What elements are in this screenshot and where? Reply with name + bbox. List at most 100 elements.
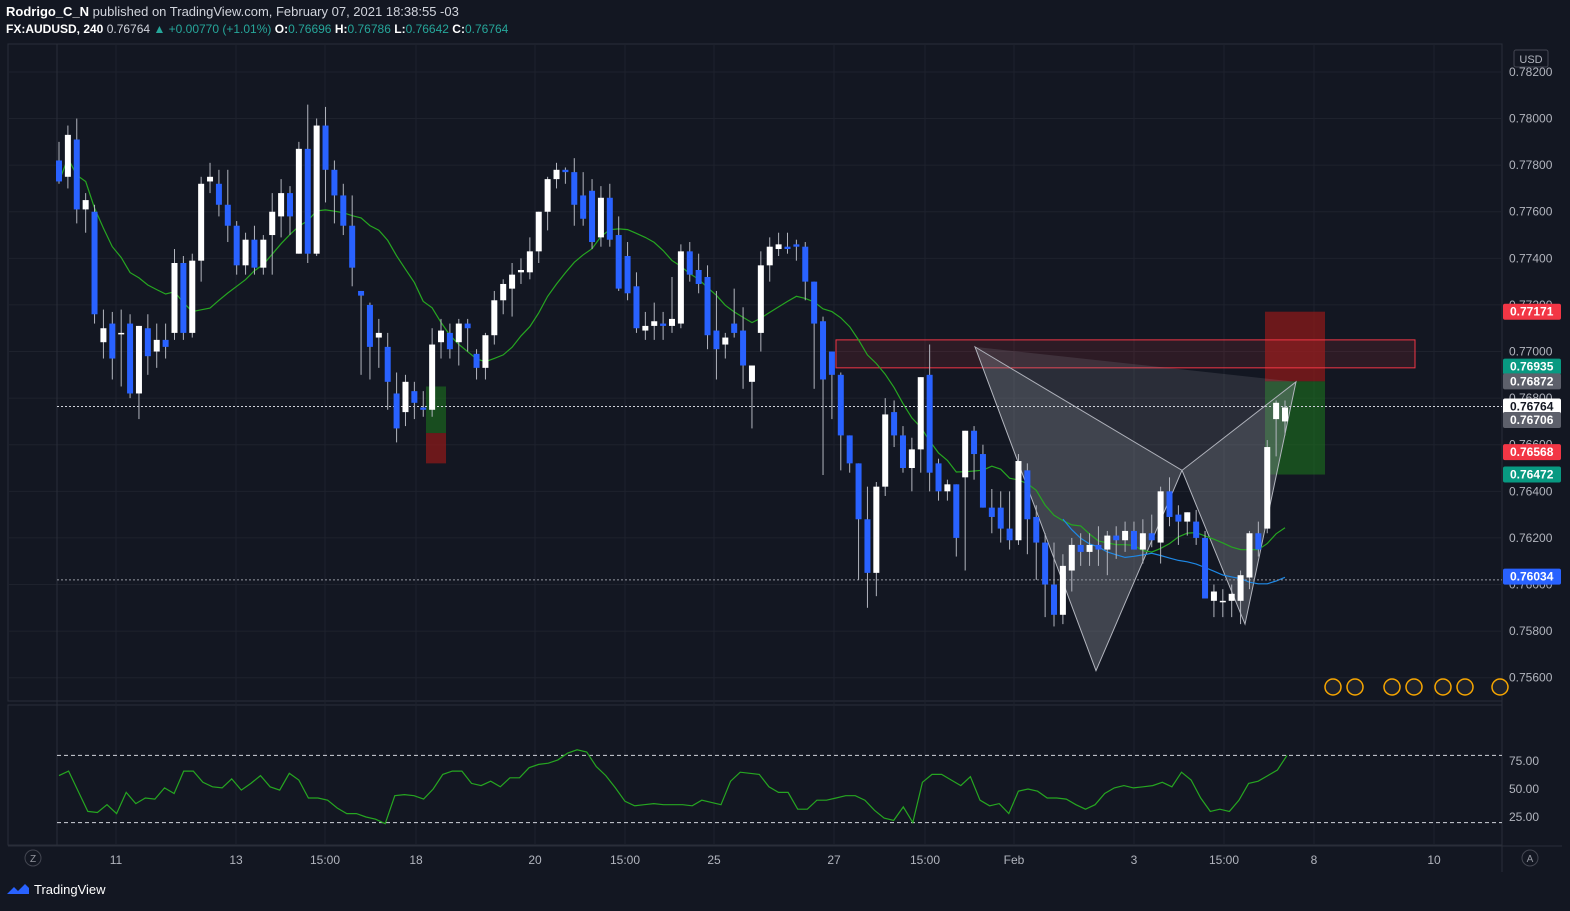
- candle-body: [606, 197, 613, 240]
- rsi-tick-label: 50.00: [1509, 782, 1539, 796]
- candle-body: [1210, 591, 1217, 601]
- candle-body: [748, 365, 755, 382]
- candle-body: [820, 321, 827, 380]
- tradingview-logo-icon: [7, 884, 29, 894]
- candle-body: [331, 169, 338, 196]
- candle-body: [1282, 407, 1288, 422]
- candle-body: [704, 276, 711, 336]
- candle-body: [517, 269, 524, 273]
- candle-body: [953, 484, 960, 538]
- candle-body: [882, 414, 889, 487]
- candle-body: [988, 507, 995, 517]
- candle-body: [455, 323, 462, 343]
- candle-body: [828, 351, 835, 375]
- price-axis-label: 0.76935: [1510, 360, 1554, 374]
- candle-body: [526, 251, 533, 273]
- candle-body: [651, 321, 658, 326]
- candle-body: [91, 211, 98, 315]
- candle-body: [553, 169, 560, 180]
- candle-body: [162, 339, 169, 347]
- price-tick-label: 0.77600: [1509, 205, 1553, 219]
- candle-body: [358, 290, 365, 296]
- candle-body: [73, 139, 80, 210]
- candle-body: [891, 412, 898, 436]
- candle-body: [908, 449, 915, 469]
- candle-body: [757, 265, 764, 333]
- candle-body: [322, 125, 329, 170]
- candle-body: [633, 286, 640, 329]
- candle-body: [180, 263, 187, 333]
- candle-body: [1033, 516, 1040, 543]
- price-tick-label: 0.76200: [1509, 531, 1553, 545]
- small-target-zone: [426, 386, 446, 434]
- tradingview-footer[interactable]: TradingView: [6, 881, 106, 897]
- candle-body: [1122, 530, 1129, 541]
- candle-body: [1024, 470, 1031, 520]
- candle-body: [1095, 544, 1102, 550]
- candle-body: [56, 160, 62, 182]
- candle-body: [1237, 575, 1244, 601]
- candle-body: [571, 172, 578, 205]
- candle-body: [1104, 535, 1111, 550]
- candle-body: [1113, 535, 1120, 541]
- candle-body: [215, 183, 222, 205]
- candle-body: [64, 134, 71, 177]
- candle-body: [1059, 565, 1066, 615]
- candle-body: [118, 332, 125, 335]
- candle-body: [340, 195, 347, 226]
- candle-body: [127, 323, 134, 394]
- candle-body: [562, 169, 569, 173]
- candle-body: [873, 486, 880, 573]
- time-tick-label: 25: [707, 853, 721, 867]
- chart-canvas[interactable]: 0.782000.780000.778000.776000.774000.772…: [0, 0, 1570, 911]
- price-tick-label: 0.77000: [1509, 345, 1553, 359]
- candle-body: [491, 300, 498, 336]
- candle-body: [677, 251, 684, 324]
- small-stop-zone: [426, 433, 446, 464]
- candle-body: [713, 330, 720, 350]
- candle-body: [642, 325, 649, 331]
- candle-body: [660, 323, 667, 326]
- event-flag-icon: [1346, 678, 1364, 696]
- candle-body: [544, 179, 551, 212]
- candle-body: [1166, 491, 1173, 517]
- price-axis-label: 0.76764: [1510, 400, 1554, 414]
- candle-body: [811, 281, 818, 324]
- candle-body: [589, 190, 596, 243]
- candle-body: [286, 193, 293, 217]
- auto-icon-glyph: A: [1527, 854, 1534, 865]
- rsi-line: [58, 749, 1288, 825]
- candle-body: [1193, 521, 1200, 538]
- candle-body: [669, 318, 675, 326]
- rsi-tick-label: 75.00: [1509, 754, 1539, 768]
- candle-body: [304, 148, 311, 254]
- candle-body: [135, 325, 142, 394]
- time-tick-label: 15:00: [610, 853, 640, 867]
- price-axis-label: 0.76706: [1510, 413, 1554, 427]
- candle-body: [1068, 544, 1075, 571]
- candle-body: [740, 330, 747, 366]
- candle-body: [855, 463, 862, 520]
- candle-body: [944, 484, 951, 492]
- candle-body: [1006, 528, 1013, 541]
- candle-body: [242, 239, 249, 266]
- candle-body: [1086, 544, 1093, 552]
- candle-body: [731, 323, 738, 333]
- candle-body: [1202, 537, 1209, 599]
- candle-body: [207, 176, 214, 182]
- candle-body: [260, 239, 267, 268]
- candle-body: [393, 393, 400, 429]
- candle-body: [1264, 447, 1271, 529]
- price-tick-label: 0.75800: [1509, 624, 1553, 638]
- event-flag-icon: [1434, 678, 1452, 696]
- candle-body: [766, 246, 773, 266]
- rsi-pane-border: [7, 704, 1503, 846]
- currency-label: USD: [1519, 54, 1542, 66]
- candle-body: [438, 330, 445, 343]
- candle-body: [1175, 514, 1182, 522]
- candle-body: [500, 283, 507, 301]
- price-axis-label: 0.77171: [1510, 305, 1554, 319]
- time-tick-label: 13: [229, 853, 243, 867]
- candle-body: [1255, 533, 1262, 550]
- candle-body: [686, 251, 693, 275]
